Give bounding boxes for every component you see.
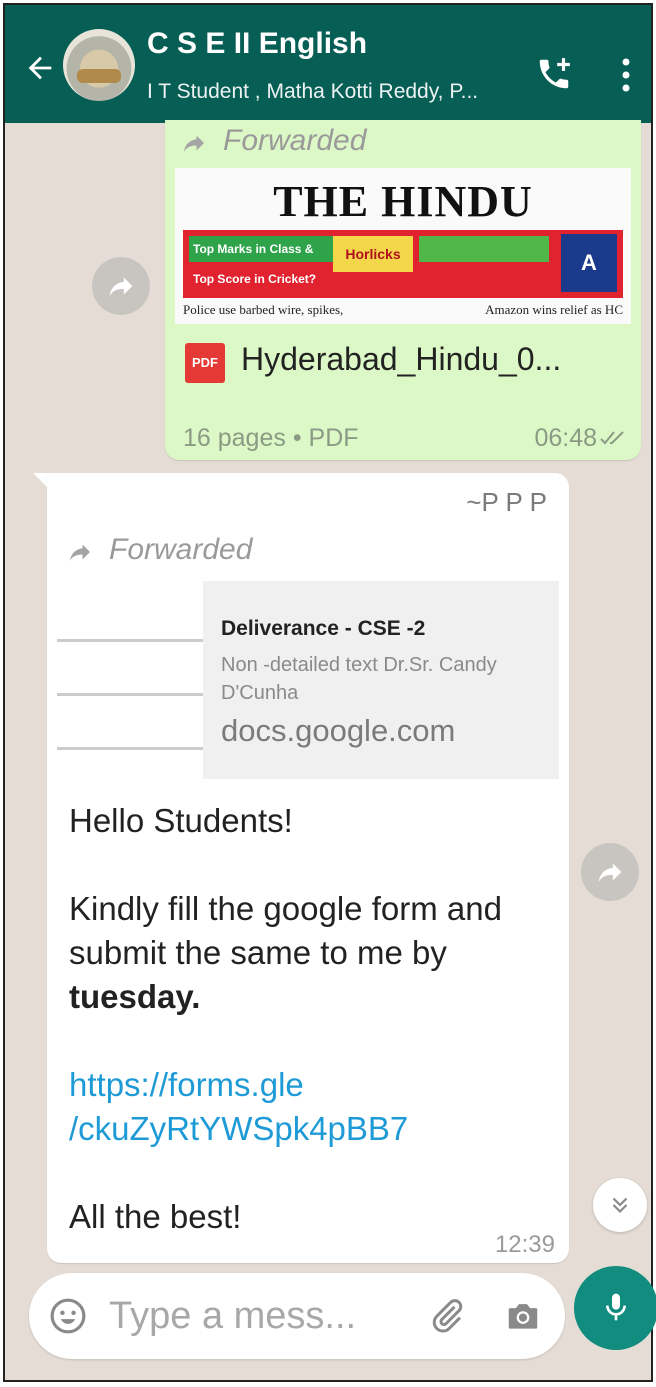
link-preview-thumbnail [57, 581, 203, 779]
forwarded-label: Forwarded [223, 124, 367, 157]
link-preview-domain: docs.google.com [221, 713, 456, 748]
chat-header: C S E II English I T Student , Matha Kot… [5, 5, 651, 123]
ad-logo: A [561, 234, 617, 292]
forwarded-label: Forwarded [109, 533, 253, 566]
emoji-icon[interactable] [49, 1297, 87, 1335]
read-receipt-icon [600, 431, 624, 445]
headline-1: Police use barbed wire, spikes, [183, 302, 344, 317]
camera-icon[interactable] [503, 1297, 543, 1335]
link-preview-title: Deliverance - CSE -2 [221, 617, 426, 640]
forward-arrow-icon [598, 863, 622, 882]
more-options-icon[interactable] [621, 57, 631, 93]
newspaper-headlines: Police use barbed wire, spikes, Amazon w… [183, 302, 623, 318]
message-input[interactable] [109, 1287, 409, 1345]
ad-text-2: Top Score in Cricket? [193, 272, 317, 286]
ad-brand: Horlicks [333, 236, 413, 272]
microphone-icon [606, 1293, 626, 1321]
ad-text-1: Top Marks in Class & [189, 236, 333, 262]
message-time: 12:39 [494, 1231, 555, 1258]
headline-2: Amazon wins relief as HC [485, 302, 623, 317]
scroll-to-bottom-button[interactable] [593, 1178, 647, 1232]
pdf-file-name: Hyderabad_Hindu_0... [241, 341, 562, 377]
double-chevron-down-icon [612, 1197, 628, 1214]
newspaper-ad-banner: Top Marks in Class & Top Score in Cricke… [183, 230, 623, 298]
pdf-file-icon: PDF [185, 343, 225, 383]
ad-green-strip [419, 236, 549, 262]
message-text: Hello Students! Kindly fill the google f… [69, 799, 559, 1239]
chat-subtitle[interactable]: I T Student , Matha Kotti Reddy, P... [147, 80, 478, 104]
voice-message-button[interactable] [574, 1266, 656, 1350]
message-time: 06:48 [534, 424, 597, 452]
back-arrow-icon[interactable] [23, 51, 57, 85]
form-link[interactable]: https://forms.gle/ckuZyRtYWSpk4pBB7 [69, 1066, 408, 1147]
forwarded-arrow-icon [184, 135, 204, 152]
form-link-part-1[interactable]: https://forms.gle [69, 1066, 304, 1103]
body-text: Kindly fill the google form and submit t… [69, 887, 559, 1019]
newspaper-masthead: THE HINDU [273, 177, 533, 226]
outgoing-message-bubble[interactable]: Forwarded THE HINDU Top Marks in Class &… [165, 120, 641, 460]
chat-title[interactable]: C S E II English [147, 27, 367, 61]
attachment-icon[interactable] [427, 1295, 467, 1337]
form-link-part-2[interactable]: /ckuZyRtYWSpk4pBB7 [69, 1110, 408, 1147]
forward-button[interactable] [92, 257, 150, 315]
body-text-plain: Kindly fill the google form and submit t… [69, 890, 502, 971]
incoming-message-bubble[interactable]: ~P P P Forwarded Deliverance - CSE -2 No… [47, 473, 569, 1263]
body-text-bold: tuesday. [69, 978, 201, 1015]
message-composer [29, 1273, 565, 1359]
forward-arrow-icon [109, 277, 133, 296]
greeting-text: Hello Students! [69, 802, 293, 839]
forward-button[interactable] [581, 843, 639, 901]
forwarded-arrow-icon [70, 544, 90, 561]
add-call-icon[interactable] [535, 55, 573, 93]
chat-window: C S E II English I T Student , Matha Kot… [3, 3, 653, 1382]
pdf-preview-thumbnail[interactable]: THE HINDU Top Marks in Class & Top Score… [175, 168, 631, 324]
group-avatar[interactable] [63, 29, 135, 101]
link-preview-card[interactable]: Deliverance - CSE -2 Non -detailed text … [57, 581, 559, 779]
pdf-file-meta: 16 pages • PDF [183, 424, 359, 452]
sender-name[interactable]: ~P P P [466, 487, 547, 518]
closing-text: All the best! [69, 1198, 242, 1235]
link-preview-description: Non -detailed text Dr.Sr. Candy D'Cunha [221, 654, 497, 704]
